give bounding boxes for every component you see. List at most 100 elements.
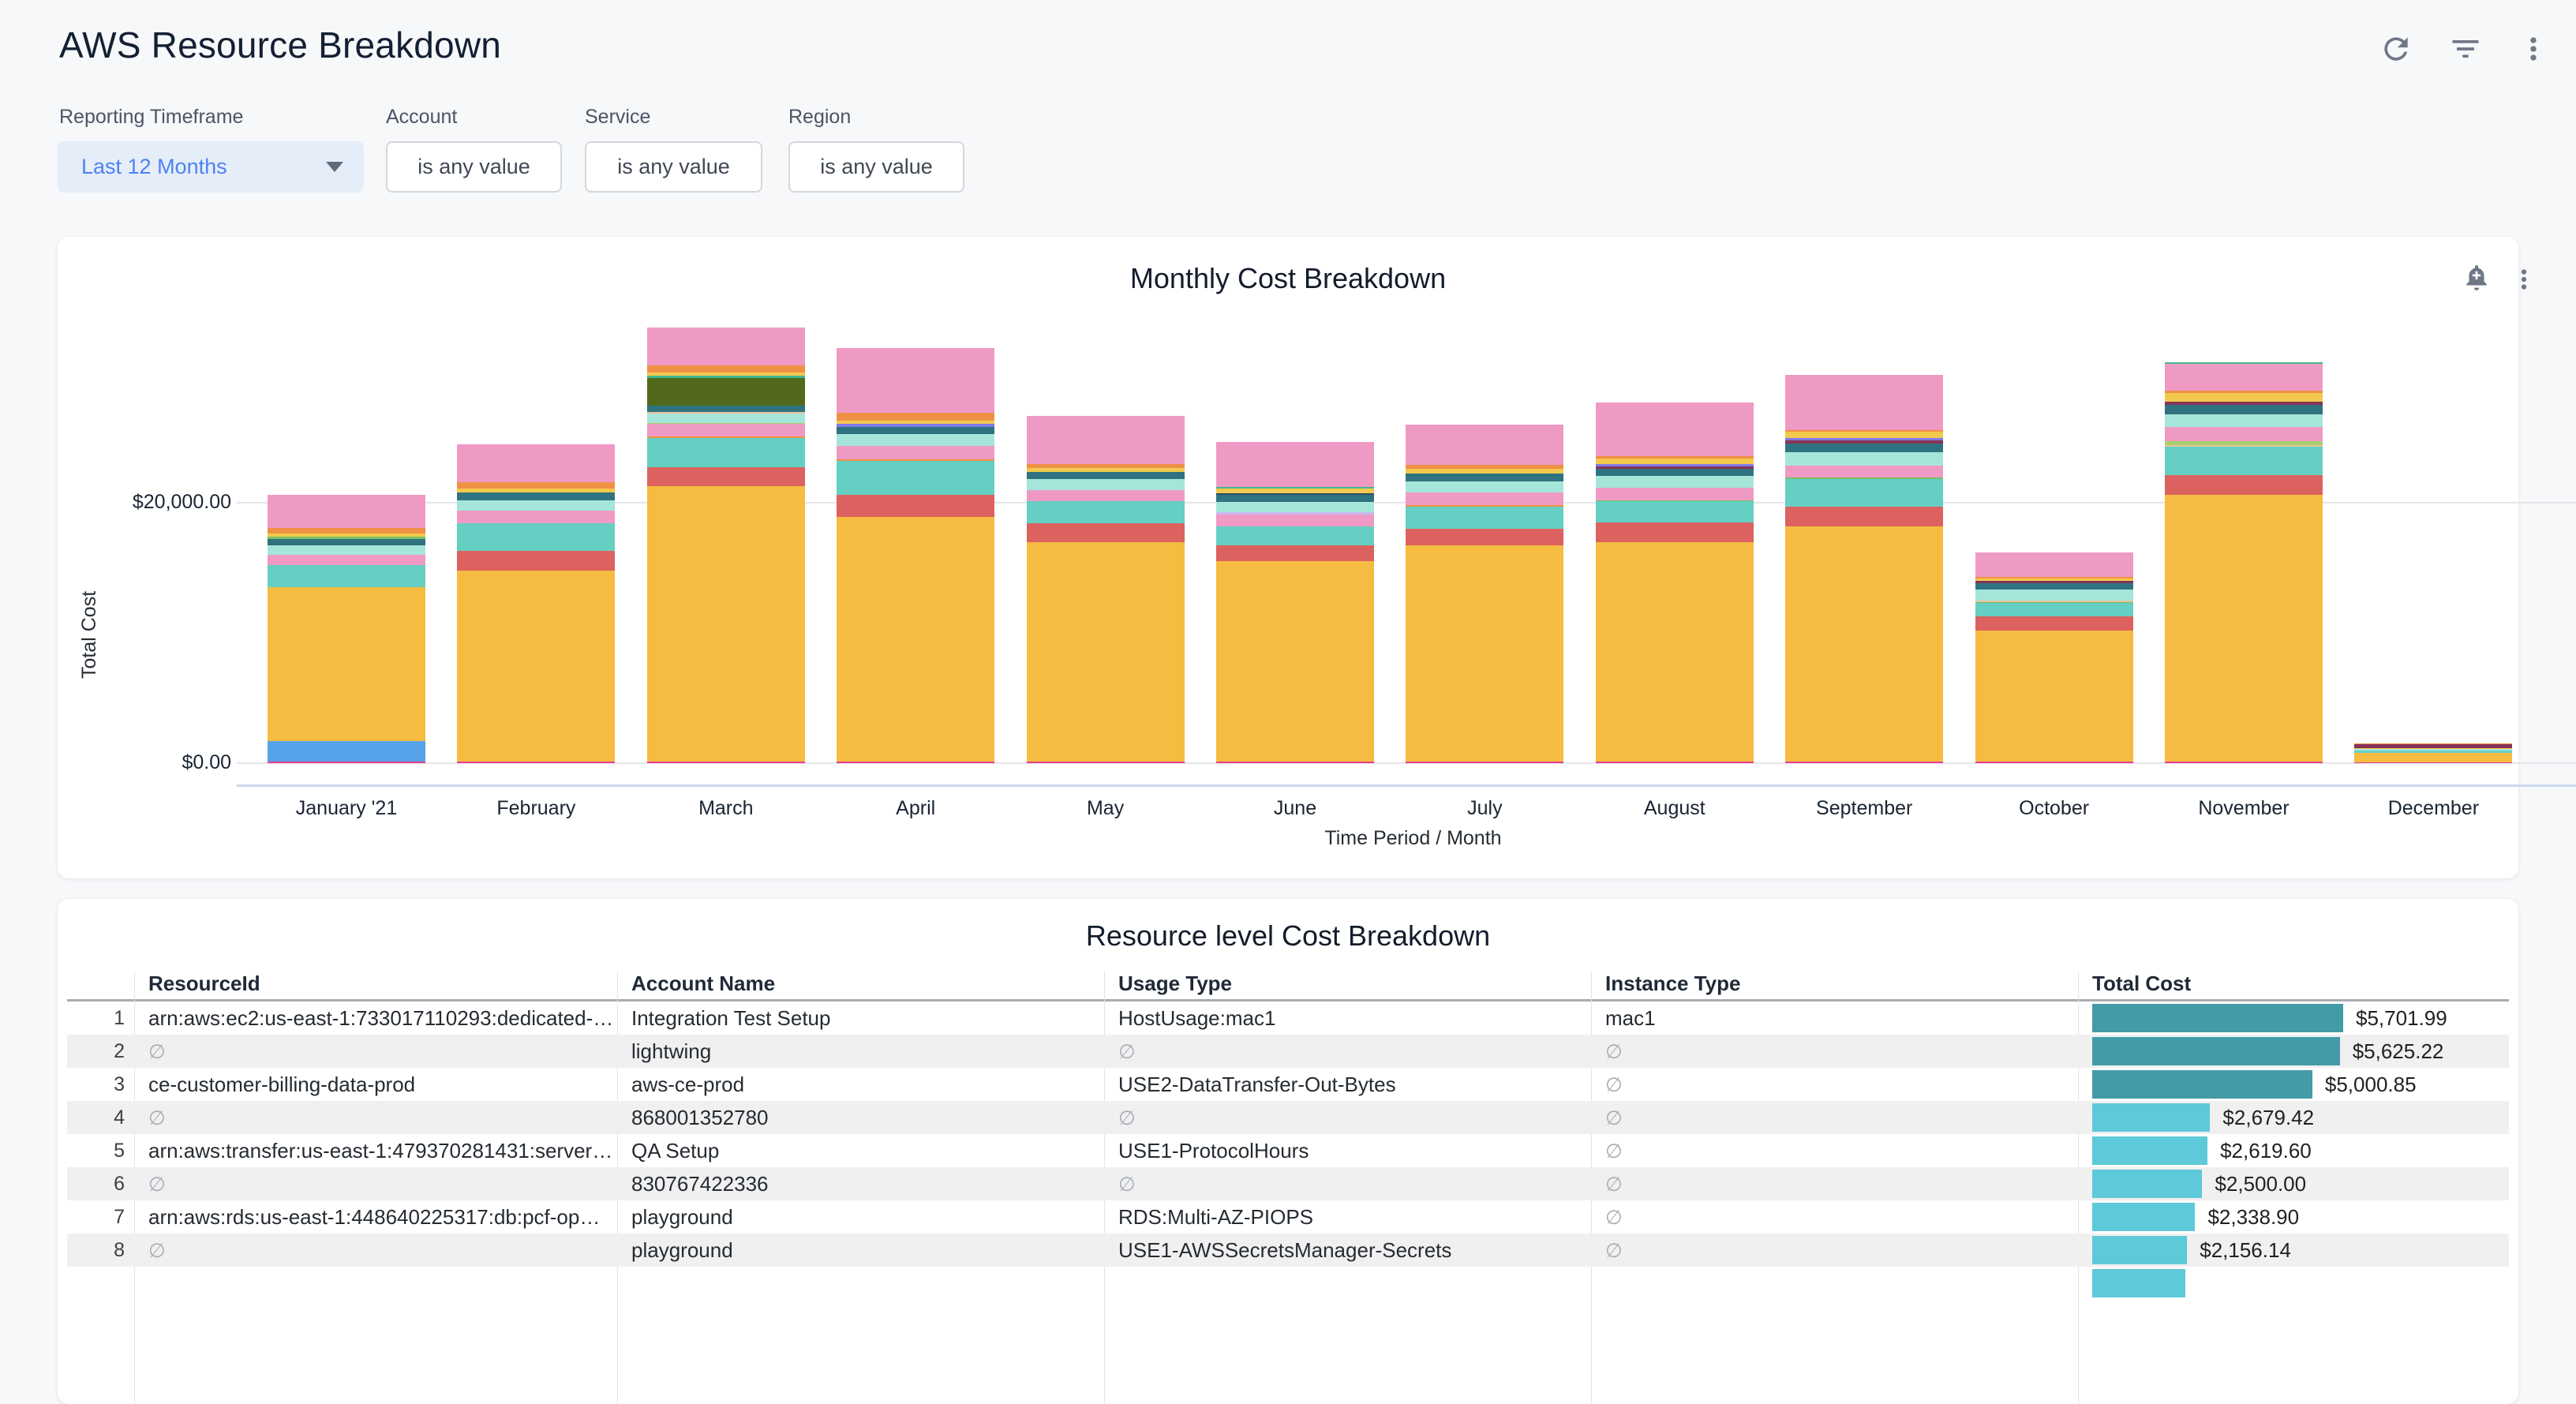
x-axis-labels: January '21FebruaryMarchAprilMayJuneJuly… xyxy=(58,237,2518,878)
refresh-icon xyxy=(2379,32,2413,66)
table-body: 1arn:aws:ec2:us-east-1:733017110293:dedi… xyxy=(58,1002,2518,1404)
cell-resource-id[interactable]: ∅ xyxy=(148,1035,614,1068)
cell-account-name[interactable]: Integration Test Setup xyxy=(631,1002,1097,1035)
x-tick-label: October xyxy=(1960,797,2149,820)
x-tick-label: April xyxy=(821,797,1010,820)
region-filter[interactable]: is any value xyxy=(788,141,964,193)
table-row: 6 ∅ 830767422336 ∅ ∅ $2,500.00 xyxy=(67,1167,2509,1200)
cell-account-name[interactable]: QA Setup xyxy=(631,1134,1097,1167)
service-filter[interactable]: is any value xyxy=(585,141,762,193)
cell-usage-type[interactable]: USE1-ProtocolHours xyxy=(1118,1134,1584,1167)
cell-usage-type[interactable]: ∅ xyxy=(1118,1035,1584,1068)
cell-resource-id[interactable]: ∅ xyxy=(148,1234,614,1267)
total-cost-value[interactable]: $2,679.42 xyxy=(2222,1101,2314,1134)
row-number: 6 xyxy=(67,1167,125,1200)
dashboard-filters-button[interactable] xyxy=(2448,32,2483,66)
timeframe-select[interactable]: Last 12 Months xyxy=(58,141,364,193)
total-cost-value[interactable]: $2,338.90 xyxy=(2207,1200,2299,1234)
total-cost-value[interactable]: $5,701.99 xyxy=(2356,1002,2447,1035)
total-cost-bar[interactable] xyxy=(2092,1203,2195,1231)
null-value-icon: ∅ xyxy=(148,1240,166,1262)
total-cost-bar[interactable] xyxy=(2092,1269,2185,1297)
total-cost-bar[interactable] xyxy=(2092,1070,2312,1099)
cell-instance-type[interactable]: ∅ xyxy=(1605,1200,2071,1234)
total-cost-bar[interactable] xyxy=(2092,1170,2202,1198)
cell-resource-id[interactable]: ∅ xyxy=(148,1167,614,1200)
cell-instance-type[interactable]: ∅ xyxy=(1605,1035,2071,1068)
null-value-icon: ∅ xyxy=(1605,1107,1623,1129)
cell-account-name[interactable]: aws-ce-prod xyxy=(631,1068,1097,1101)
cell-instance-type[interactable]: ∅ xyxy=(1605,1134,2071,1167)
x-tick-label: June xyxy=(1200,797,1390,820)
row-number: 5 xyxy=(67,1134,125,1167)
filter-label-region: Region xyxy=(788,106,851,129)
total-cost-value[interactable]: $2,156.14 xyxy=(2200,1234,2291,1267)
cell-usage-type[interactable]: USE2-DataTransfer-Out-Bytes xyxy=(1118,1068,1584,1101)
col-header-resource-id[interactable]: ResourceId xyxy=(148,972,260,996)
row-number: 8 xyxy=(67,1234,125,1267)
cell-account-name[interactable]: playground xyxy=(631,1234,1097,1267)
account-filter[interactable]: is any value xyxy=(386,141,562,193)
cell-account-name[interactable]: lightwing xyxy=(631,1035,1097,1068)
total-cost-bar[interactable] xyxy=(2092,1103,2210,1132)
col-header-account-name[interactable]: Account Name xyxy=(631,972,775,996)
null-value-icon: ∅ xyxy=(1118,1041,1136,1063)
total-cost-bar[interactable] xyxy=(2092,1136,2207,1165)
table-card: Resource level Cost Breakdown ResourceId… xyxy=(58,899,2518,1404)
col-header-total-cost[interactable]: Total Cost xyxy=(2092,972,2191,996)
null-value-icon: ∅ xyxy=(148,1041,166,1063)
x-axis-title: Time Period / Month xyxy=(237,827,2576,850)
cell-instance-type[interactable]: ∅ xyxy=(1605,1101,2071,1134)
row-number: 4 xyxy=(67,1101,125,1134)
null-value-icon: ∅ xyxy=(148,1107,166,1129)
x-tick-label: December xyxy=(2338,797,2528,820)
total-cost-value[interactable]: $5,625.22 xyxy=(2353,1035,2444,1068)
table-row: 3 ce-customer-billing-data-prod aws-ce-pro… xyxy=(67,1068,2509,1101)
table-row: 7 arn:aws:rds:us-east-1:448640225317:db:p… xyxy=(67,1200,2509,1234)
row-number: 7 xyxy=(67,1200,125,1234)
row-number: 3 xyxy=(67,1068,125,1101)
total-cost-value[interactable]: $5,000.85 xyxy=(2325,1068,2417,1101)
table-row: 4 ∅ 868001352780 ∅ ∅ $2,679.42 xyxy=(67,1101,2509,1134)
total-cost-bar[interactable] xyxy=(2092,1037,2340,1065)
x-tick-label: November xyxy=(2149,797,2338,820)
cell-usage-type[interactable]: ∅ xyxy=(1118,1167,1584,1200)
total-cost-value[interactable]: $2,500.00 xyxy=(2215,1167,2306,1200)
service-filter-value: is any value xyxy=(617,155,730,179)
total-cost-bar[interactable] xyxy=(2092,1004,2343,1032)
x-tick-label: May xyxy=(1011,797,1200,820)
total-cost-bar[interactable] xyxy=(2092,1236,2187,1264)
cell-resource-id[interactable]: arn:aws:rds:us-east-1:448640225317:db:pc… xyxy=(148,1200,614,1234)
row-number: 2 xyxy=(67,1035,125,1068)
cell-account-name[interactable]: 868001352780 xyxy=(631,1101,1097,1134)
total-cost-value[interactable]: $2,619.60 xyxy=(2220,1134,2312,1167)
col-header-usage-type[interactable]: Usage Type xyxy=(1118,972,1232,996)
cell-account-name[interactable]: 830767422336 xyxy=(631,1167,1097,1200)
cell-instance-type[interactable]: ∅ xyxy=(1605,1167,2071,1200)
cell-instance-type[interactable]: ∅ xyxy=(1605,1068,2071,1101)
null-value-icon: ∅ xyxy=(148,1174,166,1196)
col-header-instance-type[interactable]: Instance Type xyxy=(1605,972,1740,996)
refresh-button[interactable] xyxy=(2379,32,2413,66)
cell-instance-type[interactable]: ∅ xyxy=(1605,1234,2071,1267)
cell-usage-type[interactable]: ∅ xyxy=(1118,1101,1584,1134)
cell-account-name[interactable]: playground xyxy=(631,1200,1097,1234)
filter-icon xyxy=(2448,32,2483,66)
x-tick-label: March xyxy=(631,797,821,820)
table-row: 2 ∅ lightwing ∅ ∅ $5,625.22 xyxy=(67,1035,2509,1068)
cell-resource-id[interactable]: ∅ xyxy=(148,1101,614,1134)
cell-usage-type[interactable]: RDS:Multi-AZ-PIOPS xyxy=(1118,1200,1584,1234)
cell-resource-id[interactable]: ce-customer-billing-data-prod xyxy=(148,1068,614,1101)
cell-resource-id[interactable]: arn:aws:ec2:us-east-1:733017110293:dedic… xyxy=(148,1002,614,1035)
filter-label-account: Account xyxy=(386,106,457,129)
x-tick-label: January '21 xyxy=(252,797,441,820)
cell-instance-type[interactable]: mac1 xyxy=(1605,1002,2071,1035)
cell-resource-id[interactable]: arn:aws:transfer:us-east-1:479370281431:… xyxy=(148,1134,614,1167)
cell-usage-type[interactable]: HostUsage:mac1 xyxy=(1118,1002,1584,1035)
table-row: 8 ∅ playground USE1-AWSSecretsManager-Secre… xyxy=(67,1234,2509,1267)
cell-usage-type[interactable]: USE1-AWSSecretsManager-Secrets xyxy=(1118,1234,1584,1267)
x-tick-label: September xyxy=(1769,797,1959,820)
dashboard-page: { "page": { "title": "AWS Resource Break… xyxy=(0,0,2576,1279)
dashboard-more-button[interactable] xyxy=(2516,32,2551,66)
table-title: Resource level Cost Breakdown xyxy=(58,919,2518,953)
